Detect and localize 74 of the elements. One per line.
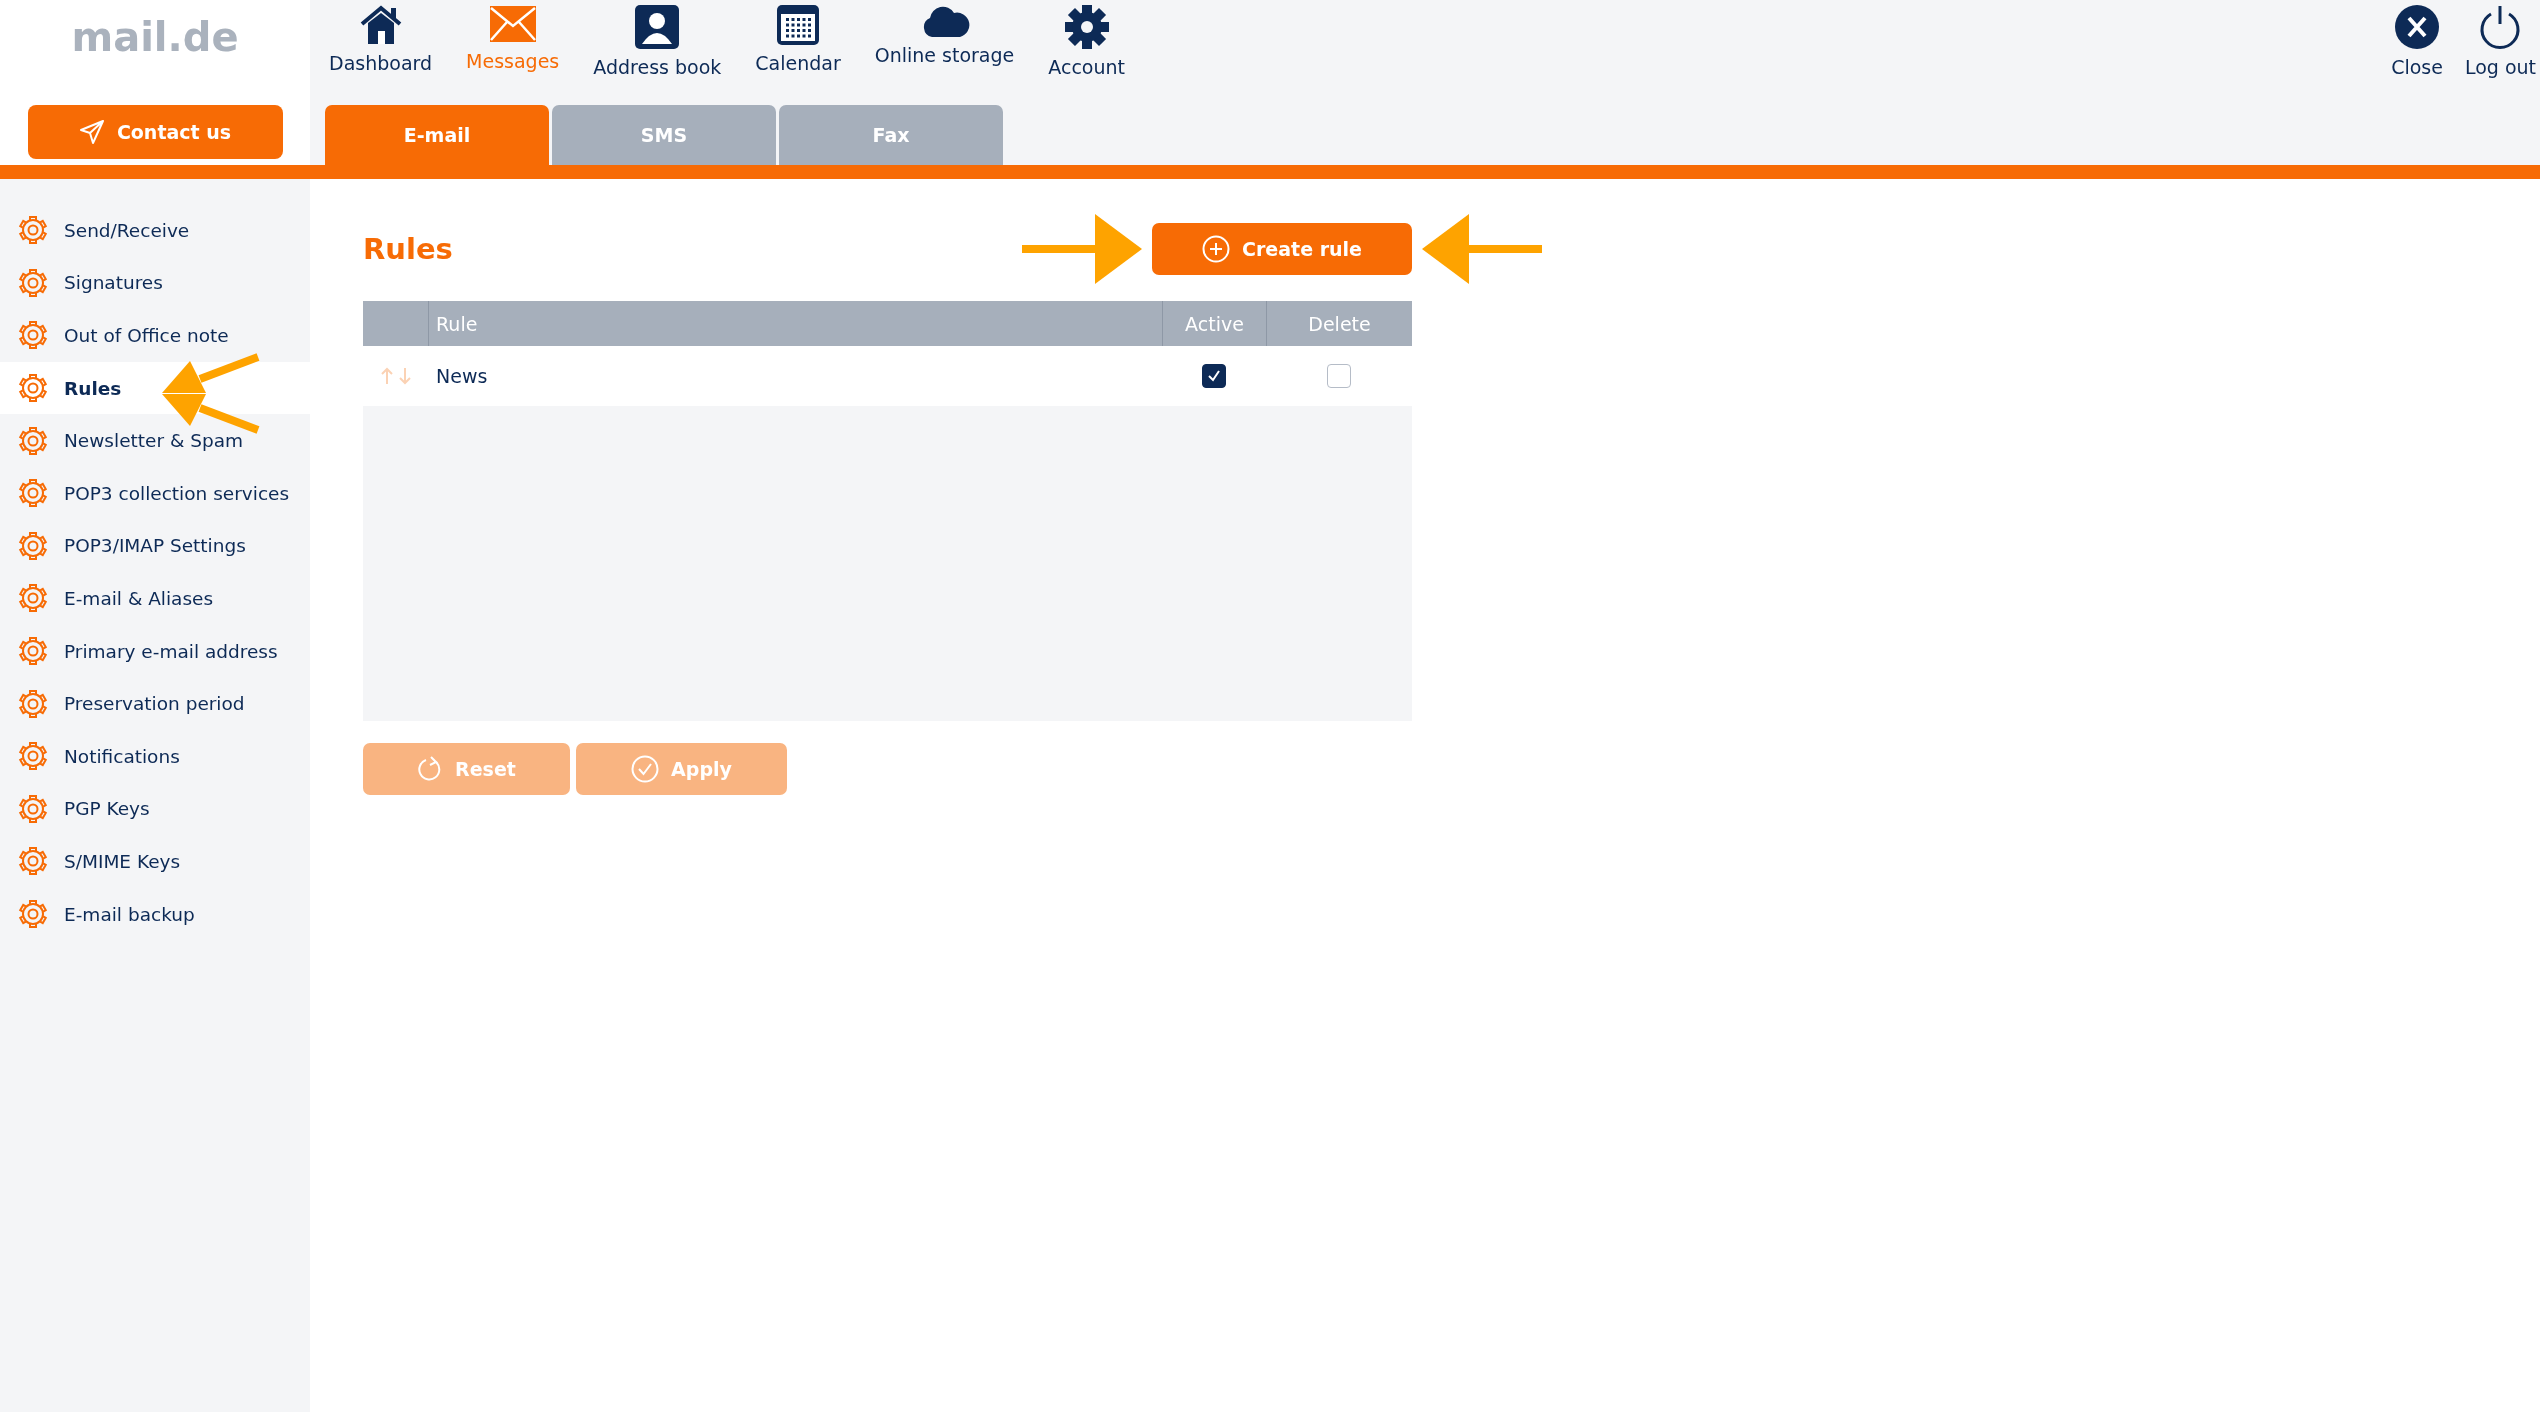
sidebar-item[interactable]: E-mail backup	[0, 887, 310, 941]
nav-item[interactable]: Log out	[2460, 4, 2540, 78]
contact-icon	[634, 4, 681, 50]
gear-icon	[18, 373, 48, 404]
nav-label: Account	[1048, 56, 1125, 78]
checkbox[interactable]	[1202, 364, 1226, 388]
sidebar-label: Send/Receive	[64, 219, 190, 241]
checkbox[interactable]	[1327, 364, 1351, 388]
gear-icon	[18, 899, 48, 929]
gear-icon	[18, 320, 48, 351]
envelope-icon	[488, 4, 537, 44]
sidebar-item[interactable]: POP3/IMAP Settings	[0, 519, 310, 573]
sidebar-item[interactable]: S/MIME Keys	[0, 835, 310, 888]
gear-icon	[18, 846, 48, 877]
settings-icon	[1063, 4, 1110, 50]
nav-item[interactable]: Address book	[589, 4, 726, 78]
nav-label: Close	[2391, 56, 2443, 78]
column-header: Active	[1162, 301, 1266, 346]
page-title: Rules	[363, 232, 453, 266]
nav-item[interactable]: Online storage	[870, 4, 1019, 78]
gear-icon	[18, 478, 48, 509]
gear-icon	[18, 793, 48, 824]
nav-label: Messages	[466, 50, 560, 72]
home-icon	[358, 4, 403, 46]
gear-icon	[18, 267, 48, 298]
sidebar-label: Preservation period	[64, 693, 245, 715]
sidebar-label: Rules	[64, 377, 122, 399]
nav-label: Address book	[593, 56, 722, 78]
nav-item[interactable]: Calendar	[751, 4, 845, 78]
sidebar-label: E-mail backup	[64, 903, 195, 925]
nav-item[interactable]: Close	[2387, 4, 2447, 78]
sidebar-item[interactable]: E-mail & Aliases	[0, 572, 310, 625]
calendar-icon	[776, 4, 821, 46]
table-cell: News	[428, 346, 1162, 406]
sidebar-item[interactable]: POP3 collection services	[0, 466, 310, 520]
sidebar-label: Newsletter & Spam	[64, 430, 244, 452]
sidebar-item[interactable]: Out of Office note	[0, 309, 310, 362]
nav-item[interactable]: Dashboard	[325, 4, 437, 78]
sidebar-item[interactable]: Send/Receive	[0, 204, 310, 257]
plus-circle-icon	[1202, 235, 1231, 263]
sidebar-label: E-mail & Aliases	[64, 587, 214, 609]
gear-icon	[18, 425, 48, 456]
nav-label: Calendar	[755, 52, 841, 74]
sidebar-label: Primary e-mail address	[64, 640, 278, 662]
sidebar-label: S/MIME Keys	[64, 850, 181, 872]
close-icon	[2394, 4, 2440, 50]
sidebar-item[interactable]: Preservation period	[0, 677, 310, 730]
sidebar-label: PGP Keys	[64, 798, 150, 820]
sidebar-item[interactable]: Notifications	[0, 729, 310, 783]
sidebar-item[interactable]: Newsletter & Spam	[0, 414, 310, 467]
column-header: Rule	[428, 301, 1162, 346]
sidebar-label: Signatures	[64, 272, 163, 294]
sidebar-item[interactable]: PGP Keys	[0, 782, 310, 836]
sidebar-item[interactable]: Signatures	[0, 256, 310, 310]
column-header	[363, 301, 428, 346]
send-icon	[78, 119, 105, 145]
nav-item[interactable]: Account	[1044, 4, 1129, 78]
gear-icon	[18, 636, 48, 667]
sidebar-label: Notifications	[64, 745, 180, 767]
sidebar-label: Out of Office note	[64, 325, 229, 346]
sidebar-label: POP3 collection services	[64, 482, 290, 504]
column-header: Delete	[1266, 301, 1412, 346]
nav-label: Log out	[2464, 56, 2536, 78]
gear-icon	[18, 741, 48, 772]
gear-icon	[18, 215, 48, 246]
nav-label: Dashboard	[329, 52, 433, 74]
gear-icon	[18, 583, 48, 614]
sidebar-label: POP3/IMAP Settings	[64, 535, 246, 557]
sidebar-item[interactable]: Primary e-mail address	[0, 624, 310, 678]
gear-icon	[18, 530, 48, 561]
check-circle-icon	[631, 755, 660, 783]
gear-icon	[18, 688, 48, 719]
check-icon	[1206, 368, 1222, 384]
nav-label: Online storage	[874, 44, 1015, 66]
